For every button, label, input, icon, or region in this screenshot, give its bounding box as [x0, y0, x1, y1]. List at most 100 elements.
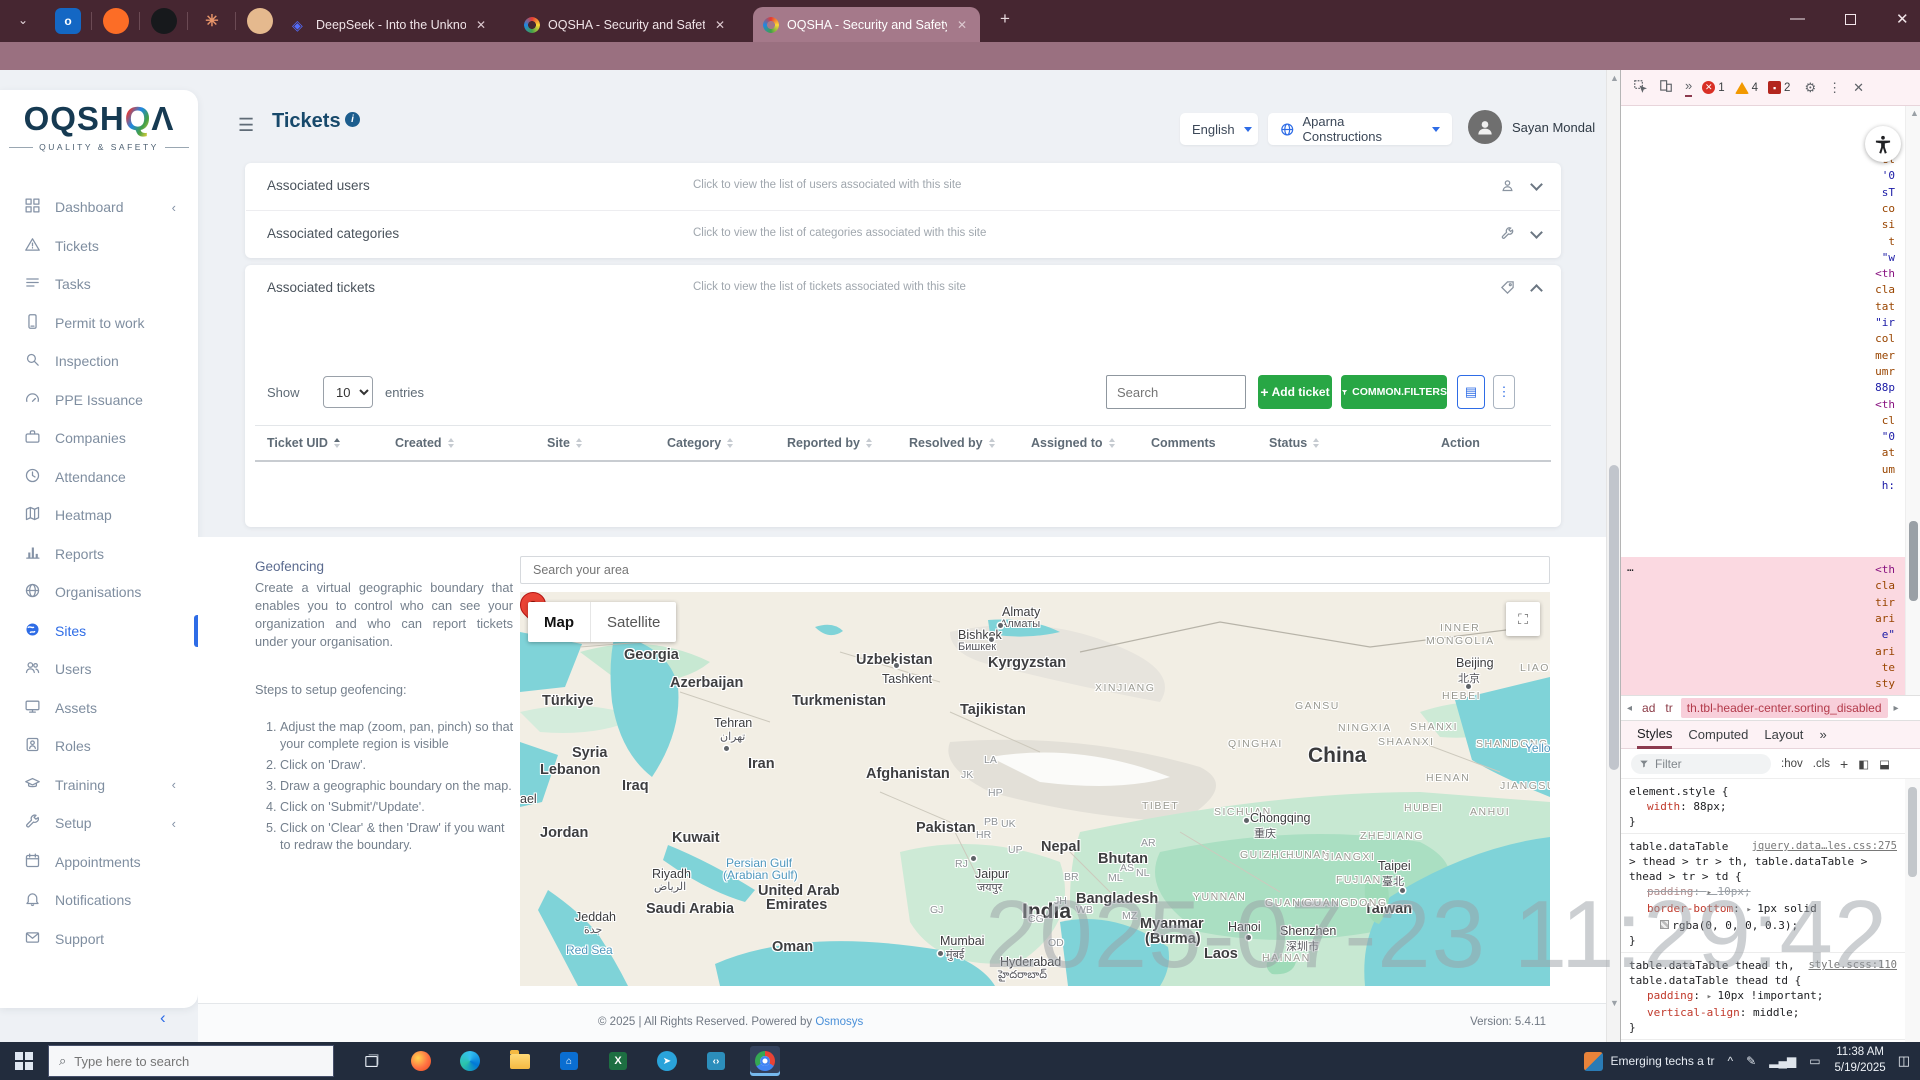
- window-maximize-button[interactable]: [1845, 14, 1856, 25]
- sidebar-item-companies[interactable]: Companies: [0, 419, 198, 458]
- outlook-icon[interactable]: o: [55, 8, 81, 34]
- chevron-down-icon[interactable]: [1530, 178, 1543, 191]
- news-widget[interactable]: Emerging techs a tr: [1584, 1052, 1714, 1071]
- toggle-hover-state[interactable]: :hov: [1781, 758, 1803, 770]
- column-header-created[interactable]: Created: [383, 436, 535, 450]
- title-info-icon[interactable]: i: [345, 112, 360, 127]
- css-rule[interactable]: table.dataTablejquery.data…les.css:275> …: [1621, 834, 1905, 953]
- sidebar-item-setup[interactable]: Setup‹: [0, 804, 198, 843]
- column-header-status[interactable]: Status: [1257, 436, 1429, 450]
- new-style-rule-icon[interactable]: +: [1840, 756, 1848, 772]
- inspect-element-icon[interactable]: [1633, 79, 1647, 96]
- user-chip[interactable]: Sayan Mondal: [1468, 110, 1595, 144]
- devtools-more-tabs-icon[interactable]: »: [1685, 78, 1692, 97]
- sort-arrows-icon[interactable]: [334, 438, 340, 448]
- sidebar-item-training[interactable]: Training‹: [0, 766, 198, 805]
- action-center-icon[interactable]: ◫: [1898, 1053, 1910, 1069]
- common-filters-button[interactable]: COMMON.FILTERS: [1341, 375, 1447, 409]
- window-close-button[interactable]: ✕: [1896, 10, 1909, 28]
- browser-tab[interactable]: OQSHA - Security and Safety | F✕: [514, 7, 735, 42]
- sort-arrows-icon[interactable]: [576, 438, 582, 448]
- sidebar-item-appointments[interactable]: Appointments: [0, 843, 198, 882]
- taskbar-search-box[interactable]: ⌕: [48, 1045, 334, 1077]
- css-declaration[interactable]: border-bottom: ▸ 1px solid: [1629, 901, 1905, 918]
- browser-tab[interactable]: ◈DeepSeek - Into the Unknown✕: [282, 7, 496, 42]
- sidebar-item-sites[interactable]: Sites: [0, 612, 198, 651]
- associated-tickets-row[interactable]: Associated tickets Click to view the lis…: [245, 265, 1561, 312]
- osmosys-link[interactable]: Osmosys: [815, 1016, 863, 1028]
- sort-arrows-icon[interactable]: [727, 438, 733, 448]
- file-explorer-icon[interactable]: [505, 1046, 535, 1076]
- sidebar-item-roles[interactable]: Roles: [0, 727, 198, 766]
- styles-scrollbar[interactable]: [1905, 779, 1920, 1042]
- column-header-ticket-uid[interactable]: Ticket UID: [255, 436, 383, 450]
- css-rule[interactable]: element.style {width: 88px;}: [1621, 779, 1905, 834]
- task-view-icon[interactable]: [356, 1046, 386, 1076]
- breadcrumb-item[interactable]: tr: [1665, 701, 1672, 715]
- column-header-category[interactable]: Category: [655, 436, 775, 450]
- taskbar-search-input[interactable]: [74, 1054, 294, 1069]
- sort-arrows-icon[interactable]: [1313, 438, 1319, 448]
- sidebar-item-ppe-issuance[interactable]: PPE Issuance: [0, 381, 198, 420]
- network-signal-icon[interactable]: ▂▄▆: [1769, 1054, 1796, 1068]
- sidebar-item-heatmap[interactable]: Heatmap: [0, 496, 198, 535]
- tray-expand-chevron[interactable]: ^: [1728, 1054, 1734, 1068]
- associated-categories-row[interactable]: Associated categories Click to view the …: [245, 211, 1561, 258]
- sidebar-item-tickets[interactable]: Tickets: [0, 227, 198, 266]
- sidebar-item-users[interactable]: Users: [0, 650, 198, 689]
- devtools-tab-layout[interactable]: Layout: [1764, 722, 1803, 747]
- column-header-reported-by[interactable]: Reported by: [775, 436, 897, 450]
- toggle-classes[interactable]: .cls: [1813, 758, 1830, 770]
- devtools-tab-styles[interactable]: Styles: [1637, 721, 1672, 749]
- associated-users-row[interactable]: Associated users Click to view the list …: [245, 163, 1561, 210]
- organisation-selector[interactable]: Aparna Constructions: [1268, 113, 1452, 145]
- console-warnings-badge[interactable]: 4: [1735, 82, 1758, 94]
- telegram-icon[interactable]: ➤: [652, 1046, 682, 1076]
- sidebar-item-tasks[interactable]: Tasks: [0, 265, 198, 304]
- column-header-action[interactable]: Action: [1429, 436, 1549, 450]
- entries-per-page-select[interactable]: 10: [323, 376, 373, 408]
- sidebar-item-permit-to-work[interactable]: Permit to work: [0, 304, 198, 343]
- google-map[interactable]: GeorgiaAzerbaijanTürkiyeSyriaLebanonIraq…: [520, 592, 1550, 986]
- hamburger-menu-icon[interactable]: ☰: [238, 115, 258, 136]
- column-visibility-button[interactable]: ▤: [1457, 375, 1485, 409]
- column-header-site[interactable]: Site: [535, 436, 655, 450]
- breadcrumb-right-arrow[interactable]: ▸: [1894, 703, 1899, 714]
- sort-arrows-icon[interactable]: [989, 438, 995, 448]
- vscode-icon[interactable]: ‹›: [701, 1046, 731, 1076]
- map-search-input[interactable]: [520, 556, 1550, 584]
- color-format-icon[interactable]: ◧: [1858, 757, 1869, 771]
- v-scrollbar-thumb[interactable]: [1909, 521, 1918, 601]
- sidebar-item-support[interactable]: Support: [0, 920, 198, 959]
- tab-close-icon[interactable]: ✕: [476, 18, 486, 32]
- sort-arrows-icon[interactable]: [1109, 438, 1115, 448]
- fullscreen-button[interactable]: ⛶: [1506, 602, 1540, 636]
- devtools-elements-tree[interactable]: … cl'0sTcosit"w<thclatat"ircolmerumr88p<…: [1621, 106, 1905, 755]
- device-toolbar-icon[interactable]: [1659, 79, 1673, 96]
- sidebar-item-assets[interactable]: Assets: [0, 689, 198, 728]
- start-button[interactable]: [0, 1042, 48, 1080]
- sidebar-collapse-chevron[interactable]: ‹: [160, 1008, 166, 1028]
- map-button[interactable]: Map: [528, 602, 590, 642]
- table-kebab-menu-button[interactable]: ⋮: [1493, 375, 1515, 409]
- language-selector[interactable]: English: [1180, 113, 1258, 145]
- issues-badge[interactable]: ▪2: [1768, 81, 1790, 94]
- devtools-tab-computed[interactable]: Computed: [1688, 722, 1748, 747]
- page-scrollbar[interactable]: ▲ ▼: [1606, 70, 1620, 1042]
- store-icon[interactable]: ⌂: [554, 1046, 584, 1076]
- breadcrumb-item[interactable]: th.tbl-header-center.sorting_disabled: [1681, 698, 1888, 718]
- pen-icon[interactable]: ✎: [1746, 1054, 1756, 1068]
- table-search-input[interactable]: [1106, 375, 1246, 409]
- scrollbar-thumb[interactable]: [1609, 465, 1619, 770]
- asterisk-icon[interactable]: ✳: [199, 8, 225, 34]
- browser-tab[interactable]: OQSHA - Security and Safety | F✕: [753, 7, 980, 42]
- tab-search-caret[interactable]: ⌄: [18, 13, 28, 27]
- new-tab-button[interactable]: +: [1000, 9, 1010, 29]
- accessibility-overlay-icon[interactable]: [1865, 126, 1901, 162]
- gitlab-icon[interactable]: [103, 8, 129, 34]
- css-source-link[interactable]: jquery.data…les.css:275: [1752, 839, 1897, 854]
- edge-icon[interactable]: [455, 1046, 485, 1076]
- console-errors-badge[interactable]: ✕1: [1702, 81, 1724, 94]
- column-header-resolved-by[interactable]: Resolved by: [897, 436, 1019, 450]
- column-header-assigned-to[interactable]: Assigned to: [1019, 436, 1139, 450]
